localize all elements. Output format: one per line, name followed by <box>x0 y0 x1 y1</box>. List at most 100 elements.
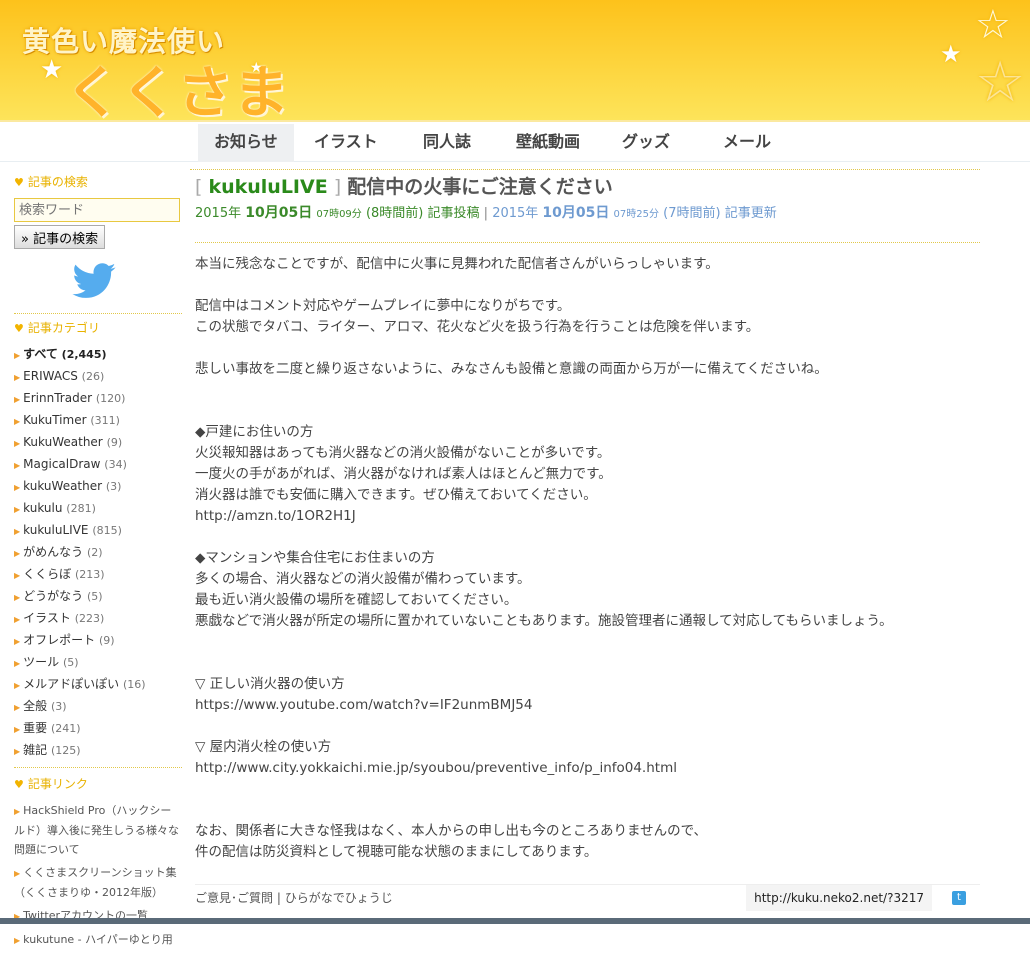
category-label[interactable]: オフレポート <box>23 633 95 647</box>
arrow-icon: ▶ <box>14 747 21 756</box>
category-count: (120) <box>95 392 126 405</box>
category-item[interactable]: ▶ ErinnTrader (120) <box>14 387 182 409</box>
category-item[interactable]: ▶ kukulu (281) <box>14 497 182 519</box>
category-label[interactable]: くくらぼ <box>23 567 71 581</box>
category-label[interactable]: KukuTimer <box>23 413 86 427</box>
tab-goods[interactable]: グッズ <box>606 124 686 162</box>
tab-news[interactable]: お知らせ <box>198 124 294 162</box>
category-item[interactable]: ▶ ツール (5) <box>14 651 182 673</box>
article-line: この状態でタバコ、ライター、アロマ、花火など火を扱う行為を行うことは危険を伴いま… <box>195 319 760 335</box>
article-line: ▽ 正しい消火器の使い方 <box>195 676 345 692</box>
heart-icon: ♥ <box>14 322 24 335</box>
arrow-icon: ▶ <box>14 725 21 734</box>
updated-time: 07時25分 <box>613 209 659 220</box>
category-count: (213) <box>75 568 105 581</box>
search-heading: ♥ 記事の検索 <box>14 172 182 192</box>
article-category-link[interactable]: kukuluLIVE <box>208 176 327 198</box>
arrow-icon: ▶ <box>14 351 21 360</box>
category-heading-label: 記事カテゴリ <box>27 321 100 335</box>
category-item[interactable]: ▶ ERIWACS (26) <box>14 365 182 387</box>
category-item[interactable]: ▶ MagicalDraw (34) <box>14 453 182 475</box>
category-item[interactable]: ▶ オフレポート (9) <box>14 629 182 651</box>
article-link[interactable]: ▶ くくさまスクリーンショット集（くくさまりゆ・2012年版） <box>14 863 182 902</box>
article-body: 本当に残念なことですが、配信中に火事に見舞われた配信者さんがいらっしゃいます。配… <box>195 254 893 863</box>
category-label[interactable]: kukuWeather <box>23 479 102 493</box>
category-count: (125) <box>51 744 81 757</box>
category-label[interactable]: ErinnTrader <box>23 391 92 405</box>
link-list: ▶ HackShield Pro（ハックシールド）導入後に発生しうる様々な問題につ… <box>14 801 182 950</box>
category-label[interactable]: ERIWACS <box>23 369 78 383</box>
category-item[interactable]: ▶ 重要 (241) <box>14 717 182 739</box>
article-url-link[interactable]: http://amzn.to/1OR2H1J <box>195 506 893 527</box>
arrow-icon: ▶ <box>14 615 21 624</box>
category-label[interactable]: どうがなう <box>23 589 83 603</box>
category-label[interactable]: MagicalDraw <box>23 457 100 471</box>
category-label[interactable]: kukuluLIVE <box>23 523 88 537</box>
category-label[interactable]: すべて <box>23 347 58 361</box>
article-link-label[interactable]: HackShield Pro（ハックシールド）導入後に発生しうる様々な問題につい… <box>14 804 179 856</box>
category-count: (2) <box>87 546 103 559</box>
article-line <box>195 800 893 821</box>
category-item[interactable]: ▶ 全般 (3) <box>14 695 182 717</box>
article-line <box>195 275 893 296</box>
short-url[interactable]: http://kuku.neko2.net/?3217 <box>746 885 932 911</box>
category-item[interactable]: ▶ kukuluLIVE (815) <box>14 519 182 541</box>
category-item[interactable]: ▶ 雑記 (125) <box>14 739 182 761</box>
article-line: 最も近い消火設備の場所を確認しておいてください。 <box>195 592 518 608</box>
arrow-icon: ▶ <box>14 461 21 470</box>
twitter-icon[interactable] <box>68 263 120 299</box>
article-link[interactable]: ▶ HackShield Pro（ハックシールド）導入後に発生しうる様々な問題につ… <box>14 801 182 859</box>
category-item[interactable]: ▶ KukuWeather (9) <box>14 431 182 453</box>
article-line <box>195 401 893 422</box>
article-url-link[interactable]: https://www.youtube.com/watch?v=IF2unmBM… <box>195 695 893 716</box>
category-item[interactable]: ▶ がめんなう (2) <box>14 541 182 563</box>
category-label[interactable]: がめんなう <box>23 545 83 559</box>
category-item[interactable]: ▶ メルアドぽいぽい (16) <box>14 673 182 695</box>
tab-wallpaper-video[interactable]: 壁紙動画 <box>500 124 596 162</box>
hiragana-toggle-link[interactable]: ひらがなでひょうじ <box>285 891 393 905</box>
article-title: [ kukuluLIVE ] 配信中の火事にご注意ください <box>195 176 613 198</box>
category-label[interactable]: メルアドぽいぽい <box>23 677 119 691</box>
arrow-icon: ▶ <box>14 681 21 690</box>
arrow-icon: ▶ <box>14 936 21 945</box>
twitter-share-icon[interactable]: t <box>952 891 966 905</box>
category-label[interactable]: ツール <box>23 655 59 669</box>
tab-mail[interactable]: メール <box>707 124 787 162</box>
category-item[interactable]: ▶ KukuTimer (311) <box>14 409 182 431</box>
article-line: ◆マンションや集合住宅にお住まいの方 <box>195 550 435 566</box>
article-footer: ご意見･ご質問 | ひらがなでひょうじ http://kuku.neko2.ne… <box>195 884 980 911</box>
category-item[interactable]: ▶ すべて (2,445) <box>14 343 182 365</box>
search-button[interactable]: » 記事の検索 <box>14 225 106 249</box>
article-link-label[interactable]: kukutune - ハイパーゆとり用 <box>23 933 173 946</box>
category-label[interactable]: 重要 <box>23 721 47 735</box>
search-input[interactable] <box>14 198 180 222</box>
tab-doujinshi[interactable]: 同人誌 <box>407 124 487 162</box>
search-heading-label: 記事の検索 <box>27 175 88 189</box>
article-link-label[interactable]: くくさまスクリーンショット集（くくさまりゆ・2012年版） <box>14 866 177 899</box>
category-item[interactable]: ▶ kukuWeather (3) <box>14 475 182 497</box>
category-label[interactable]: イラスト <box>23 611 71 625</box>
article-line <box>195 716 893 737</box>
category-label[interactable]: 全般 <box>23 699 47 713</box>
article-line: 多くの場合、消火器などの消火設備が備わっています。 <box>195 571 531 587</box>
arrow-icon: ▶ <box>14 703 21 712</box>
arrow-icon: ▶ <box>14 483 21 492</box>
category-item[interactable]: ▶ イラスト (223) <box>14 607 182 629</box>
arrow-icon: ▶ <box>14 527 21 536</box>
arrow-icon: ▶ <box>14 593 21 602</box>
posted-label: 記事投稿 <box>427 206 480 221</box>
feedback-link[interactable]: ご意見･ご質問 <box>195 891 273 905</box>
category-label[interactable]: kukulu <box>23 501 62 515</box>
article-url-link[interactable]: http://www.city.yokkaichi.mie.jp/syoubou… <box>195 758 893 779</box>
updated-label: 記事更新 <box>724 206 777 221</box>
category-item[interactable]: ▶ くくらぼ (213) <box>14 563 182 585</box>
tab-illust[interactable]: イラスト <box>298 124 394 162</box>
category-label[interactable]: KukuWeather <box>23 435 103 449</box>
category-count: (16) <box>123 678 146 691</box>
arrow-icon: ▶ <box>14 659 21 668</box>
category-label[interactable]: 雑記 <box>23 743 47 757</box>
category-item[interactable]: ▶ どうがなう (5) <box>14 585 182 607</box>
article-link[interactable]: ▶ kukutune - ハイパーゆとり用 <box>14 930 182 950</box>
category-count: (9) <box>106 436 123 449</box>
posted-ago: (8時間前) <box>365 206 424 221</box>
